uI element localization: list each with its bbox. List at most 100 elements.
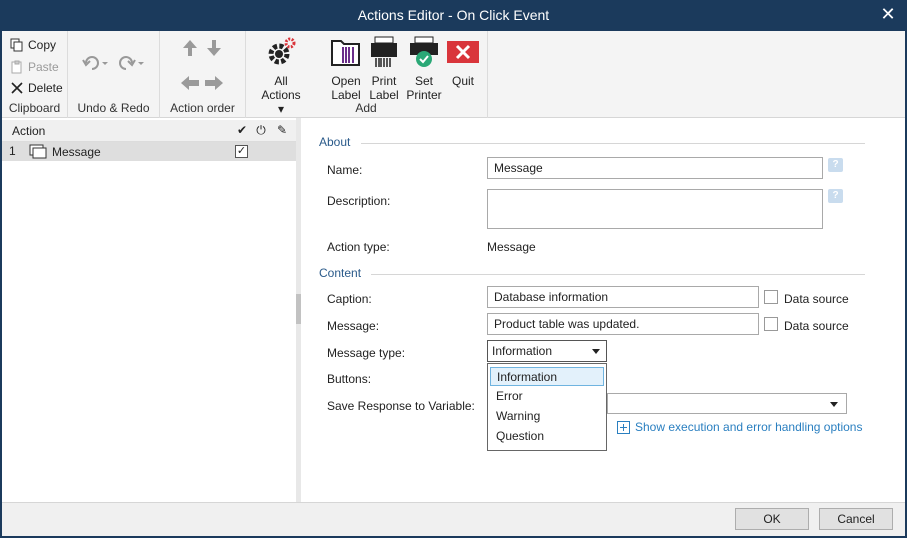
- delete-button[interactable]: Delete: [10, 79, 63, 97]
- caption-data-source-checkbox[interactable]: [764, 290, 778, 304]
- move-right-icon[interactable]: [204, 75, 224, 91]
- set-printer-text-1: Set: [414, 74, 433, 88]
- message-type-label: Message type:: [327, 346, 406, 360]
- move-down-icon[interactable]: [206, 39, 222, 57]
- copy-icon: [10, 38, 23, 52]
- option-information[interactable]: Information: [490, 367, 604, 386]
- open-label-button[interactable]: Open Label: [328, 35, 364, 102]
- tree-header-action: Action: [12, 124, 46, 138]
- description-input[interactable]: [487, 189, 823, 229]
- option-error[interactable]: Error: [490, 387, 604, 406]
- message-data-source-label: Data source: [784, 319, 849, 333]
- open-label-icon: [331, 40, 360, 66]
- dropdown-arrow-icon: ▾: [277, 102, 285, 116]
- copy-button[interactable]: Copy: [10, 36, 56, 54]
- message-input[interactable]: Product table was updated.: [487, 313, 759, 335]
- name-input[interactable]: Message: [487, 157, 823, 179]
- quit-button[interactable]: Quit: [446, 35, 480, 88]
- name-help-icon[interactable]: ?: [828, 158, 843, 172]
- content-divider: [371, 274, 865, 275]
- show-options-link[interactable]: Show execution and error handling option…: [617, 420, 862, 434]
- undo-icon[interactable]: [82, 55, 110, 71]
- pencil-icon: ✎: [276, 123, 288, 137]
- close-icon[interactable]: ✕: [879, 5, 897, 23]
- print-label-text-2: Label: [369, 88, 399, 102]
- move-left-icon[interactable]: [180, 75, 200, 91]
- tree-row-number: 1: [9, 144, 16, 158]
- action-type-label: Action type:: [327, 240, 390, 254]
- redo-icon[interactable]: [118, 55, 146, 71]
- action-order-group-label: Action order: [170, 101, 235, 115]
- clipboard-group: Copy Paste Delete Clipboard: [2, 31, 68, 118]
- description-label: Description:: [327, 194, 391, 208]
- message-icon: [29, 144, 47, 159]
- option-warning[interactable]: Warning: [490, 407, 604, 426]
- description-help-icon[interactable]: ?: [828, 189, 843, 203]
- message-type-value: Information: [492, 344, 553, 358]
- caption-data-source-label: Data source: [784, 292, 849, 306]
- about-section-title: About: [319, 135, 351, 149]
- power-icon: ⏻: [256, 123, 266, 137]
- message-data-source-checkbox[interactable]: [764, 317, 778, 331]
- actions-editor-window: Actions Editor - On Click Event ✕ Copy P…: [0, 0, 907, 538]
- chevron-down-icon: [830, 402, 838, 407]
- print-label-button[interactable]: Print Label: [366, 35, 402, 102]
- move-up-icon[interactable]: [182, 39, 198, 57]
- open-label-text-2: Label: [331, 88, 361, 102]
- add-group-label: Add: [355, 101, 377, 115]
- show-options-text: Show execution and error handling option…: [635, 420, 863, 434]
- caption-label: Caption:: [327, 292, 372, 306]
- quit-icon: [447, 41, 479, 63]
- delete-icon: [11, 82, 23, 94]
- ribbon: Copy Paste Delete Clipboard Undo & Redo: [2, 31, 905, 118]
- option-question[interactable]: Question: [490, 427, 604, 446]
- undo-redo-group: Undo & Redo: [68, 31, 160, 118]
- name-label: Name:: [327, 163, 363, 177]
- action-order-group: Action order: [160, 31, 246, 118]
- about-divider: [361, 143, 865, 144]
- print-label-text-1: Print: [371, 74, 397, 88]
- add-group: All Actions ▾ Open Label Print Label Set…: [246, 31, 488, 118]
- title-bar: Actions Editor - On Click Event ✕: [0, 0, 907, 31]
- tree-header: Action ✔ ⏻ ✎: [2, 120, 296, 142]
- main-area: Action ✔ ⏻ ✎ 1 Message ✓ About Name: Mes…: [2, 118, 905, 502]
- paste-button[interactable]: Paste: [10, 58, 59, 76]
- set-printer-button[interactable]: Set Printer: [404, 35, 444, 102]
- set-printer-text-2: Printer: [406, 88, 442, 102]
- dialog-footer: OK Cancel: [2, 502, 905, 536]
- clipboard-group-label: Clipboard: [8, 101, 61, 115]
- buttons-label: Buttons:: [327, 372, 372, 386]
- ok-button[interactable]: OK: [735, 508, 809, 530]
- all-actions-button[interactable]: All Actions ▾: [258, 35, 304, 116]
- message-label: Message:: [327, 319, 380, 333]
- gear-icon: [268, 37, 296, 65]
- undo-redo-group-label: Undo & Redo: [77, 101, 150, 115]
- paste-icon: [11, 60, 22, 74]
- content-section-title: Content: [319, 266, 362, 280]
- all-actions-label-1: All: [274, 74, 288, 88]
- tree-row-enabled-checkbox[interactable]: ✓: [235, 145, 248, 158]
- enabled-check-icon: ✔: [236, 123, 248, 137]
- save-response-label: Save Response to Variable:: [327, 399, 475, 413]
- open-label-text-1: Open: [331, 74, 361, 88]
- window-title: Actions Editor - On Click Event: [357, 7, 550, 23]
- expand-plus-icon: [617, 420, 630, 434]
- action-tree-pane: Action ✔ ⏻ ✎ 1 Message ✓: [2, 118, 296, 502]
- tree-row[interactable]: 1 Message ✓: [2, 142, 296, 161]
- print-label-icon: [371, 36, 397, 67]
- quit-text: Quit: [451, 74, 474, 88]
- action-type-value: Message: [487, 240, 536, 254]
- cancel-button[interactable]: Cancel: [819, 508, 893, 530]
- save-response-select[interactable]: [607, 393, 847, 414]
- copy-label: Copy: [28, 38, 57, 52]
- paste-label: Paste: [28, 60, 59, 74]
- message-type-select[interactable]: Information: [487, 340, 607, 362]
- chevron-down-icon: [592, 349, 600, 354]
- message-type-dropdown: Information Error Warning Question: [487, 363, 607, 451]
- caption-input[interactable]: Database information: [487, 286, 759, 308]
- properties-pane: About Name: Message ? Description: ? Act…: [301, 118, 905, 502]
- all-actions-label-2: Actions ▾: [261, 88, 301, 116]
- set-printer-icon: [410, 36, 438, 67]
- delete-label: Delete: [28, 81, 63, 95]
- tree-row-label: Message: [52, 145, 101, 159]
